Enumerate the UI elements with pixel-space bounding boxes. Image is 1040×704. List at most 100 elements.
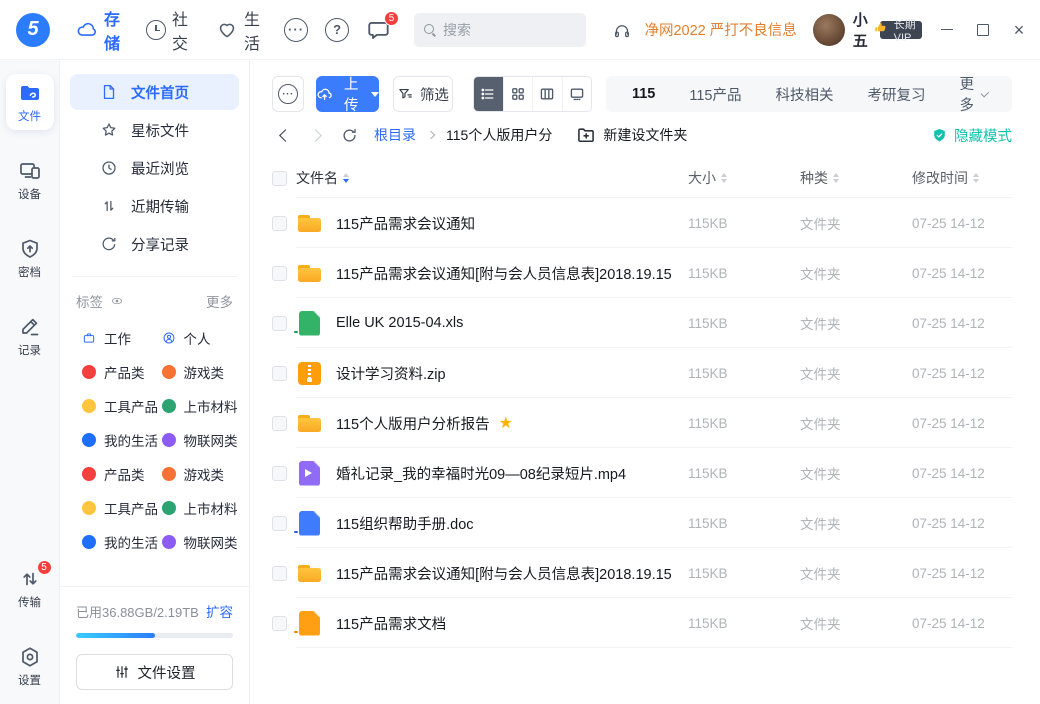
- help-icon[interactable]: ?: [325, 18, 349, 42]
- row-checkbox[interactable]: [272, 516, 287, 531]
- tag-item[interactable]: 我的生活: [82, 423, 162, 457]
- user-area[interactable]: 小五 长期VIP: [813, 9, 922, 51]
- file-name[interactable]: 115组织帮助手册.doc: [336, 513, 474, 534]
- folder-tab[interactable]: 115产品: [689, 84, 741, 105]
- rail-item-devices[interactable]: 设备: [6, 152, 54, 208]
- sidebar-item-recent[interactable]: 最近浏览: [70, 150, 239, 186]
- sort-icon[interactable]: [343, 173, 349, 183]
- row-checkbox[interactable]: [272, 366, 287, 381]
- sidebar-item-file-home[interactable]: 文件首页: [70, 74, 239, 110]
- row-checkbox[interactable]: [272, 316, 287, 331]
- col-time-header[interactable]: 修改时间: [912, 168, 968, 188]
- folder-tab[interactable]: 115: [632, 86, 655, 102]
- nav-social[interactable]: 社交: [146, 6, 190, 54]
- row-checkbox[interactable]: [272, 416, 287, 431]
- eye-icon[interactable]: [109, 295, 125, 307]
- list-view-button[interactable]: [474, 77, 503, 111]
- file-type: 文件夹: [800, 613, 912, 633]
- table-row[interactable]: 115产品需求文档 115KB 文件夹 07-25 14-12: [272, 598, 1012, 648]
- file-settings-button[interactable]: 文件设置: [76, 654, 233, 690]
- rail-item-files[interactable]: 文件: [6, 74, 54, 130]
- sort-icon[interactable]: [721, 173, 727, 183]
- forward-button[interactable]: [302, 122, 328, 148]
- back-button[interactable]: [272, 122, 298, 148]
- row-checkbox[interactable]: [272, 466, 287, 481]
- file-name[interactable]: 115产品需求文档: [336, 613, 446, 634]
- tag-item[interactable]: 我的生活: [82, 525, 162, 559]
- select-all-checkbox[interactable]: [272, 171, 287, 186]
- new-folder-button[interactable]: 新建设文件夹: [576, 125, 687, 145]
- tag-item[interactable]: 工具产品: [82, 389, 162, 423]
- col-name-header[interactable]: 文件名: [296, 168, 338, 188]
- search-box[interactable]: [414, 13, 586, 47]
- sidebar-item-shares[interactable]: 分享记录: [70, 226, 239, 262]
- table-row[interactable]: 115组织帮助手册.doc 115KB 文件夹 07-25 14-12: [272, 498, 1012, 548]
- row-checkbox[interactable]: [272, 216, 287, 231]
- table-row[interactable]: 115产品需求会议通知 115KB 文件夹 07-25 14-12: [272, 198, 1012, 248]
- nav-storage[interactable]: 存储: [76, 6, 120, 54]
- maximize-button[interactable]: [976, 23, 990, 37]
- folder-tab[interactable]: 考研复习: [868, 84, 926, 105]
- table-row[interactable]: 115个人版用户分析报告 ★ 115KB 文件夹 07-25 14-12: [272, 398, 1012, 448]
- sidebar-item-transfers[interactable]: 近期传输: [70, 188, 239, 224]
- row-checkbox[interactable]: [272, 616, 287, 631]
- search-input[interactable]: [443, 22, 576, 38]
- sort-icon[interactable]: [973, 173, 979, 183]
- tag-item[interactable]: 物联网类: [162, 423, 242, 457]
- nav-life[interactable]: 生活: [216, 6, 260, 54]
- tag-item[interactable]: 物联网类: [162, 525, 242, 559]
- upload-button[interactable]: 上传: [316, 76, 379, 112]
- sort-icon[interactable]: [833, 173, 839, 183]
- tag-item[interactable]: 产品类: [82, 355, 162, 389]
- file-name[interactable]: Elle UK 2015-04.xls: [336, 315, 463, 331]
- avatar[interactable]: [813, 14, 845, 46]
- tag-item[interactable]: 游戏类: [162, 457, 242, 491]
- more-actions-button[interactable]: ···: [272, 76, 304, 112]
- file-name[interactable]: 设计学习资料.zip: [336, 363, 446, 384]
- table-row[interactable]: 婚礼记录_我的幸福时光09—08纪录短片.mp4 115KB 文件夹 07-25…: [272, 448, 1012, 498]
- col-size-header[interactable]: 大小: [688, 168, 716, 188]
- tag-item[interactable]: 上市材料: [162, 491, 242, 525]
- filter-button[interactable]: 筛选: [393, 76, 452, 112]
- file-name[interactable]: 115产品需求会议通知[附与会人员信息表]2018.19.15: [336, 263, 672, 284]
- expand-storage-link[interactable]: 扩容: [206, 601, 233, 621]
- table-row[interactable]: Elle UK 2015-04.xls 115KB 文件夹 07-25 14-1…: [272, 298, 1012, 348]
- table-row[interactable]: 设计学习资料.zip 115KB 文件夹 07-25 14-12: [272, 348, 1012, 398]
- tag-item[interactable]: 上市材料: [162, 389, 242, 423]
- rail-item-records[interactable]: 记录: [6, 308, 54, 364]
- hidden-mode-toggle[interactable]: 隐藏模式: [931, 125, 1012, 146]
- tag-item[interactable]: 产品类: [82, 457, 162, 491]
- table-row[interactable]: 115产品需求会议通知[附与会人员信息表]2018.19.15 115KB 文件…: [272, 248, 1012, 298]
- close-button[interactable]: ×: [1012, 23, 1026, 37]
- folder-tab[interactable]: 科技相关: [776, 84, 834, 105]
- messages-icon[interactable]: 5: [366, 17, 392, 43]
- column-view-button[interactable]: [532, 77, 561, 111]
- row-checkbox[interactable]: [272, 566, 287, 581]
- nav-storage-label: 存储: [104, 6, 120, 54]
- sidebar-item-starred[interactable]: 星标文件: [70, 112, 239, 148]
- preview-view-button[interactable]: [562, 77, 591, 111]
- minimize-button[interactable]: [940, 23, 954, 37]
- tag-dot-icon: [82, 399, 96, 413]
- table-row[interactable]: 115产品需求会议通知[附与会人员信息表]2018.19.15 115KB 文件…: [272, 548, 1012, 598]
- tag-item[interactable]: 个人: [162, 321, 242, 355]
- file-name[interactable]: 115产品需求会议通知[附与会人员信息表]2018.19.15: [336, 563, 672, 584]
- headphones-icon[interactable]: [612, 22, 632, 38]
- tags-more-link[interactable]: 更多: [206, 291, 233, 311]
- rail-item-transfer[interactable]: 传输 5: [6, 560, 54, 616]
- tag-item[interactable]: 工作: [82, 321, 162, 355]
- tag-item[interactable]: 游戏类: [162, 355, 242, 389]
- col-type-header[interactable]: 种类: [800, 168, 828, 188]
- row-checkbox[interactable]: [272, 266, 287, 281]
- file-name[interactable]: 婚礼记录_我的幸福时光09—08纪录短片.mp4: [336, 463, 626, 484]
- refresh-icon[interactable]: [336, 122, 362, 148]
- tag-item[interactable]: 工具产品: [82, 491, 162, 525]
- rail-item-vault[interactable]: 密档: [6, 230, 54, 286]
- grid-view-button[interactable]: [503, 77, 532, 111]
- file-name[interactable]: 115个人版用户分析报告: [336, 413, 490, 434]
- rail-item-settings[interactable]: 设置: [6, 638, 54, 694]
- tabs-more[interactable]: 更多: [960, 73, 987, 115]
- more-apps-icon[interactable]: ···: [284, 18, 308, 42]
- file-name[interactable]: 115产品需求会议通知: [336, 213, 475, 234]
- breadcrumb-root[interactable]: 根目录: [374, 125, 416, 145]
